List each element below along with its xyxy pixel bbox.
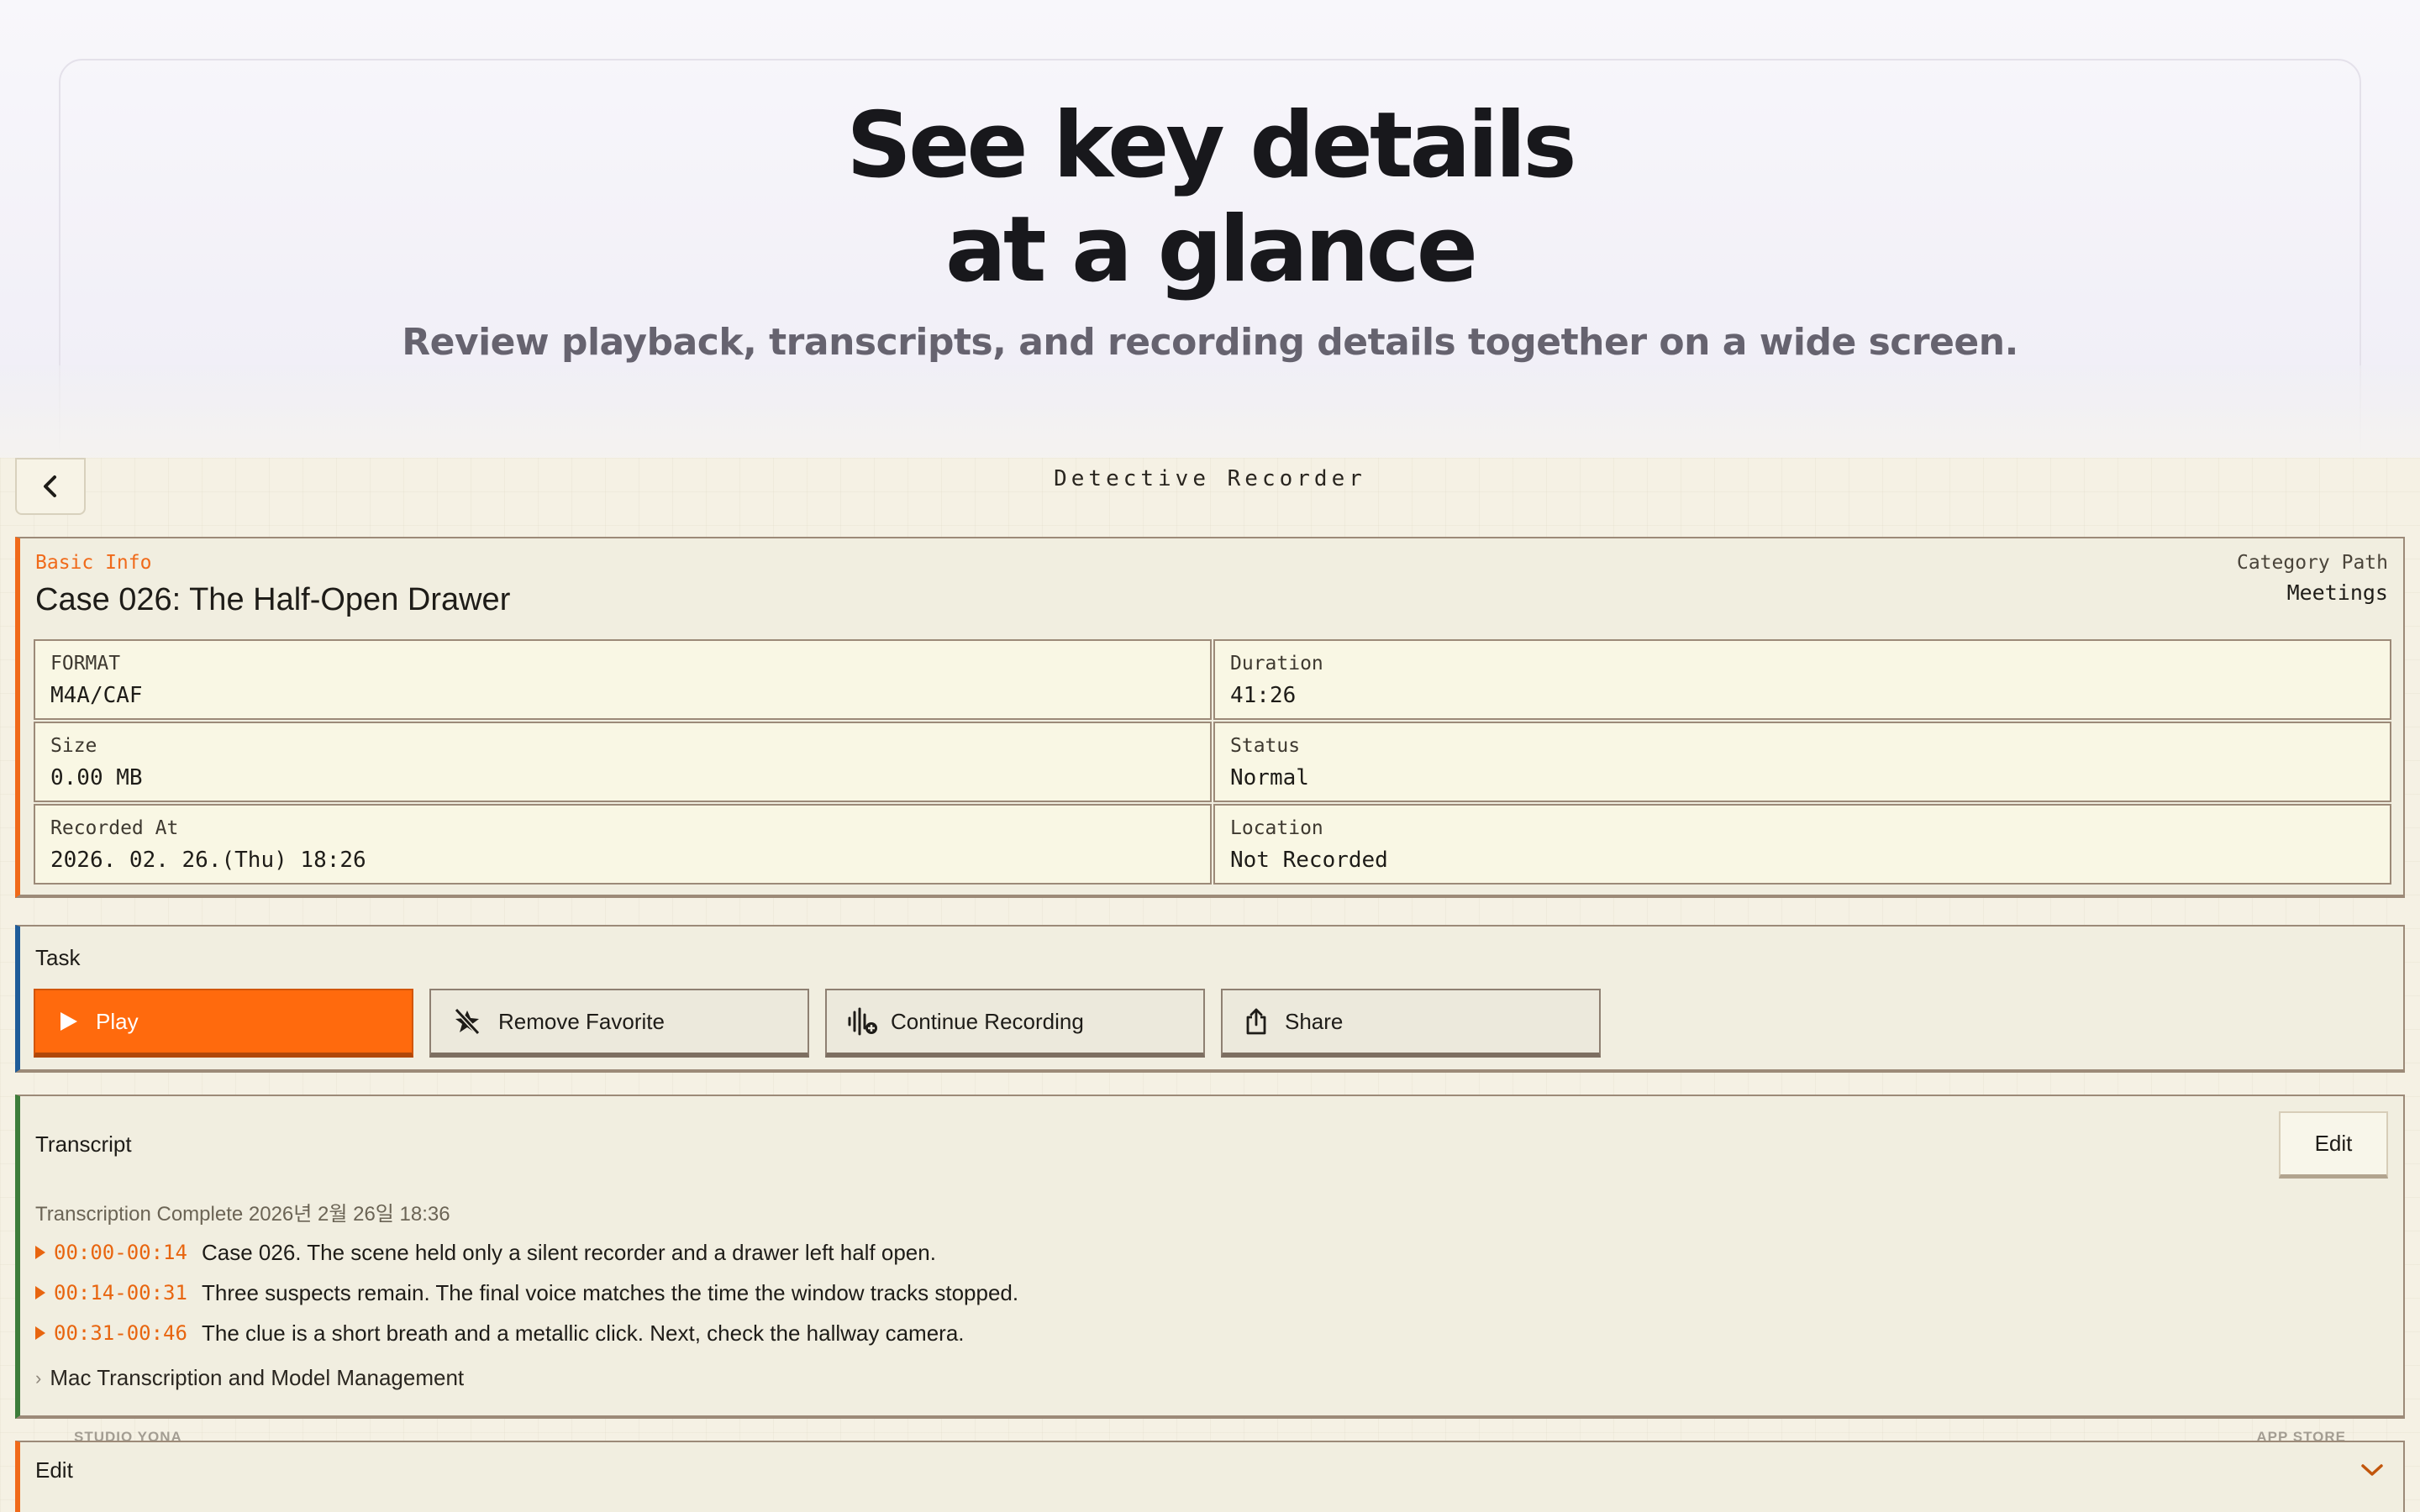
share-label: Share bbox=[1285, 1008, 1344, 1034]
info-value: Normal bbox=[1230, 765, 1309, 790]
info-cell-duration: Duration 41:26 bbox=[1213, 639, 2391, 720]
info-key: FORMAT bbox=[50, 653, 121, 675]
transcript-segment[interactable]: 00:31-00:46 The clue is a short breath a… bbox=[35, 1318, 965, 1348]
info-cell-size: Size 0.00 MB bbox=[34, 722, 1212, 802]
case-title: Case 026: The Half-Open Drawer bbox=[35, 582, 511, 617]
info-key: Location bbox=[1230, 817, 1323, 839]
info-value: 41:26 bbox=[1230, 683, 1297, 708]
play-button-label: Play bbox=[96, 1008, 139, 1034]
mac-transcription-disclosure[interactable]: › Mac Transcription and Model Management bbox=[35, 1365, 464, 1391]
info-cell-location: Location Not Recorded bbox=[1213, 804, 2391, 885]
basic-info-panel: Basic Info Case 026: The Half-Open Drawe… bbox=[15, 537, 2405, 898]
segment-time[interactable]: 00:00-00:14 bbox=[54, 1241, 202, 1264]
hero-section: See key details at a glance Review playb… bbox=[0, 0, 2420, 529]
transcript-panel: Transcript Edit Transcription Complete 2… bbox=[15, 1095, 2405, 1419]
basic-info-label: Basic Info bbox=[35, 552, 152, 574]
info-key: Duration bbox=[1230, 653, 1323, 675]
remove-favorite-button[interactable]: Remove Favorite bbox=[429, 989, 809, 1058]
task-heading: Task bbox=[35, 945, 81, 970]
chevron-right-icon: › bbox=[35, 1367, 42, 1389]
app-title: Detective Recorder bbox=[1054, 466, 1366, 491]
hero-title: See key details at a glance bbox=[0, 94, 2420, 302]
category-path-label: Category Path bbox=[2236, 552, 2388, 574]
hero-subtitle: Review playback, transcripts, and record… bbox=[402, 321, 2018, 364]
waveform-plus-icon bbox=[848, 1007, 877, 1036]
transcript-segment[interactable]: 00:14-00:31 Three suspects remain. The f… bbox=[35, 1278, 1018, 1308]
share-icon bbox=[1246, 1008, 1266, 1035]
segment-text: Case 026. The scene held only a silent r… bbox=[202, 1239, 936, 1265]
remove-favorite-label: Remove Favorite bbox=[498, 1008, 665, 1034]
hero-title-line2: at a glance bbox=[945, 197, 1478, 302]
continue-recording-button[interactable]: Continue Recording bbox=[825, 989, 1205, 1058]
transcription-status: Transcription Complete 2026년 2월 26일 18:3… bbox=[35, 1203, 450, 1226]
info-key: Size bbox=[50, 735, 97, 757]
continue-recording-label: Continue Recording bbox=[891, 1008, 1084, 1034]
app-window: Detective Recorder Basic Info Case 026: … bbox=[0, 458, 2420, 1512]
info-value: 2026. 02. 26.(Thu) 18:26 bbox=[50, 848, 366, 873]
play-button[interactable]: Play bbox=[34, 989, 413, 1058]
info-value: M4A/CAF bbox=[50, 683, 143, 708]
transcript-heading: Transcript bbox=[35, 1131, 132, 1157]
mac-transcription-label: Mac Transcription and Model Management bbox=[50, 1365, 465, 1390]
segment-time[interactable]: 00:14-00:31 bbox=[54, 1281, 202, 1305]
info-cell-format: FORMAT M4A/CAF bbox=[34, 639, 1212, 720]
segment-time[interactable]: 00:31-00:46 bbox=[54, 1321, 202, 1345]
chevron-down-icon[interactable] bbox=[2360, 1461, 2385, 1479]
task-panel: Task Play Remove Favorite Continue Recor… bbox=[15, 925, 2405, 1073]
info-key: Recorded At bbox=[50, 817, 179, 839]
info-cell-recorded-at: Recorded At 2026. 02. 26.(Thu) 18:26 bbox=[34, 804, 1212, 885]
edit-section-title: Edit bbox=[35, 1457, 73, 1483]
star-slash-icon bbox=[454, 1008, 481, 1035]
play-icon bbox=[60, 1012, 77, 1031]
edit-section[interactable]: Edit bbox=[15, 1441, 2405, 1512]
segment-text: The clue is a short breath and a metalli… bbox=[202, 1320, 965, 1346]
category-path-value: Meetings bbox=[2286, 580, 2388, 605]
hero-fade bbox=[0, 365, 2420, 458]
hero-title-line1: See key details bbox=[846, 93, 1576, 198]
info-key: Status bbox=[1230, 735, 1301, 757]
play-segment-icon[interactable] bbox=[35, 1326, 45, 1340]
play-segment-icon[interactable] bbox=[35, 1246, 45, 1259]
info-cell-status: Status Normal bbox=[1213, 722, 2391, 802]
share-button[interactable]: Share bbox=[1221, 989, 1601, 1058]
transcript-segment[interactable]: 00:00-00:14 Case 026. The scene held onl… bbox=[35, 1237, 936, 1268]
play-segment-icon[interactable] bbox=[35, 1286, 45, 1299]
info-value: Not Recorded bbox=[1230, 848, 1388, 873]
info-value: 0.00 MB bbox=[50, 765, 143, 790]
transcript-edit-button[interactable]: Edit bbox=[2279, 1111, 2388, 1179]
segment-text: Three suspects remain. The final voice m… bbox=[202, 1279, 1019, 1305]
